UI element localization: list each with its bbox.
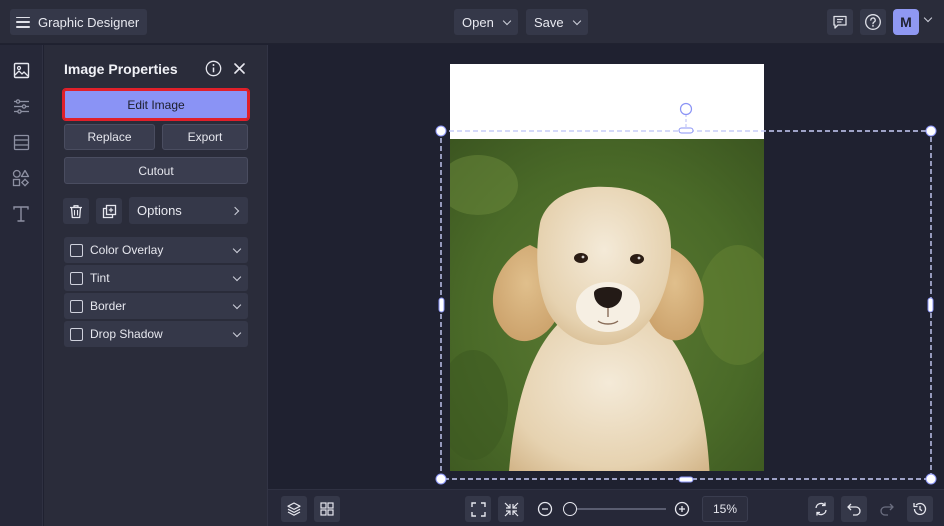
chevron-down-icon (232, 244, 242, 253)
undo-button[interactable] (841, 496, 867, 522)
zoom-value[interactable]: 15% (702, 496, 748, 522)
panel-title: Image Properties (64, 61, 178, 77)
top-bar: Graphic Designer Open Save M (0, 0, 944, 44)
adjust-tool[interactable] (11, 96, 31, 116)
replace-button[interactable]: Replace (64, 124, 155, 150)
options-button[interactable]: Options (129, 197, 248, 224)
layers-icon (287, 502, 301, 516)
right-handle[interactable] (927, 297, 934, 313)
image-icon (13, 62, 29, 78)
left-handle[interactable] (438, 297, 445, 313)
open-button[interactable]: Open (454, 9, 518, 35)
hamburger-icon (16, 16, 30, 28)
undo-icon (847, 503, 861, 516)
menu-button[interactable]: Graphic Designer (10, 9, 148, 35)
effect-label: Tint (90, 271, 110, 285)
sliders-icon (13, 98, 29, 114)
corner-handle[interactable] (435, 473, 447, 485)
design-canvas[interactable] (268, 45, 944, 489)
help-button[interactable] (860, 9, 886, 35)
cutout-button[interactable]: Cutout (64, 157, 248, 184)
chevron-down-icon (572, 16, 581, 25)
corner-handle[interactable] (925, 125, 937, 137)
zoom-in-icon (674, 501, 690, 517)
checkbox[interactable] (70, 327, 83, 341)
shapes-tool[interactable] (11, 168, 31, 188)
grid-button[interactable] (314, 496, 340, 522)
export-button[interactable]: Export (162, 124, 248, 150)
dog-photo[interactable] (438, 139, 778, 485)
shrink-button[interactable] (498, 496, 524, 522)
help-icon (865, 14, 881, 30)
properties-panel: Image Properties Edit Image Replace Expo… (44, 45, 268, 526)
edit-image-button[interactable]: Edit Image (62, 88, 250, 121)
rotate-icon (815, 502, 827, 516)
chevron-down-icon (502, 16, 512, 25)
history-icon (913, 502, 927, 516)
effect-tint[interactable]: Tint (64, 265, 248, 291)
layout-tool[interactable] (11, 132, 31, 152)
redo-button[interactable] (874, 496, 900, 522)
effect-drop-shadow[interactable]: Drop Shadow (64, 321, 248, 347)
effect-label: Border (90, 299, 127, 313)
redo-icon (880, 503, 894, 516)
avatar-chevron-down-icon[interactable] (923, 13, 933, 23)
tool-rail (0, 45, 43, 526)
checkbox[interactable] (70, 299, 83, 313)
text-icon (13, 206, 29, 222)
canvas-area (268, 45, 944, 489)
chevron-down-icon (232, 300, 242, 309)
delete-button[interactable] (63, 198, 89, 224)
fit-screen-icon (470, 501, 486, 517)
chevron-down-icon (232, 328, 242, 337)
bottom-handle[interactable] (678, 476, 694, 483)
rotate-button[interactable] (808, 496, 834, 522)
chevron-right-icon (230, 206, 240, 215)
fit-screen-button[interactable] (465, 496, 491, 522)
top-handle[interactable] (678, 127, 694, 134)
duplicate-button[interactable] (96, 198, 122, 224)
duplicate-icon (102, 204, 116, 218)
image-tool[interactable] (11, 60, 31, 80)
shrink-icon (504, 502, 518, 516)
options-label: Options (137, 203, 182, 218)
effect-border[interactable]: Border (64, 293, 248, 319)
effect-label: Color Overlay (90, 243, 164, 257)
close-icon[interactable] (234, 63, 245, 74)
grid-icon (320, 502, 334, 516)
info-icon[interactable] (205, 60, 222, 77)
layers-button[interactable] (281, 496, 307, 522)
trash-icon (70, 204, 82, 218)
zoom-out-icon (537, 501, 553, 517)
text-tool[interactable] (11, 204, 31, 224)
layout-icon (13, 134, 29, 150)
comment-icon (833, 15, 847, 29)
chevron-down-icon (232, 272, 242, 281)
rotate-handle[interactable] (679, 102, 693, 116)
zoom-slider-handle[interactable] (563, 502, 577, 516)
corner-handle[interactable] (435, 125, 447, 137)
feedback-button[interactable] (827, 9, 853, 35)
checkbox[interactable] (70, 243, 83, 257)
open-label: Open (462, 14, 494, 30)
zoom-out-button[interactable] (532, 496, 558, 522)
zoom-slider-track[interactable] (568, 508, 666, 510)
zoom-in-button[interactable] (669, 496, 695, 522)
shapes-icon (12, 169, 30, 187)
user-avatar[interactable]: M (893, 9, 919, 35)
effect-color-overlay[interactable]: Color Overlay (64, 237, 248, 263)
app-title: Graphic Designer (38, 14, 140, 30)
checkbox[interactable] (70, 271, 83, 285)
bottom-toolbar: 15% (268, 489, 944, 526)
history-button[interactable] (907, 496, 933, 522)
save-button[interactable]: Save (526, 9, 588, 35)
save-label: Save (534, 14, 564, 30)
effect-label: Drop Shadow (90, 327, 163, 341)
corner-handle[interactable] (925, 473, 937, 485)
